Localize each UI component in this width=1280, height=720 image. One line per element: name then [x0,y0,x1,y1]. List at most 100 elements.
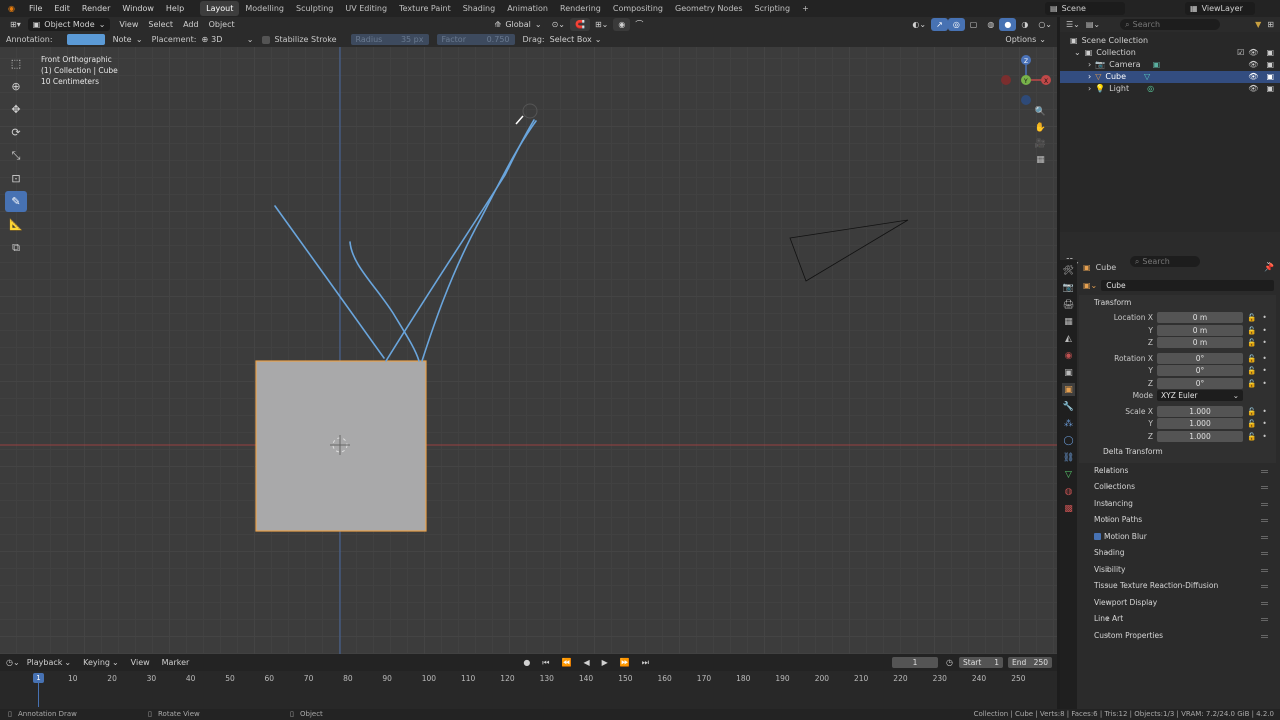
menu-render[interactable]: Render [76,0,116,17]
drag-handle-icon[interactable] [1261,469,1268,473]
tab-modelling[interactable]: Modelling [239,1,290,16]
proportional-edit-icon[interactable]: ◉ [613,18,631,31]
panel-tissue[interactable]: Tissue Texture Reaction-Diffusion [1079,578,1276,595]
keyframe-dot-icon[interactable]: • [1262,313,1266,322]
eye-icon[interactable]: 👁 [1248,47,1258,59]
eye-icon[interactable]: 👁 [1248,83,1258,95]
xray-icon[interactable]: ▢ [965,18,983,31]
panel-relations[interactable]: Relations [1079,463,1276,480]
tab-sculpting[interactable]: Sculpting [290,1,339,16]
play-icon[interactable]: ▶ [597,656,613,669]
lock-icon[interactable]: 🔓 [1247,354,1256,363]
constraints-tab-icon[interactable]: ⛓ [1062,451,1075,464]
add-workspace-button[interactable]: + [796,1,815,16]
expand-icon[interactable]: › [1088,83,1091,95]
outliner-item-cube[interactable]: › ▽ Cube ▽ 👁 ▣ [1060,71,1280,83]
panel-custom-properties[interactable]: Custom Properties [1079,628,1276,645]
end-frame-field[interactable]: End 250 [1008,657,1052,668]
outliner-item-camera[interactable]: › 📷 Camera ▣ 👁 ▣ [1060,59,1280,71]
jump-end-icon[interactable]: ⏭ [637,656,654,669]
expand-icon[interactable]: › [1088,71,1091,83]
lock-icon[interactable]: 🔓 [1247,338,1256,347]
zoom-icon[interactable]: 🔍 [1034,105,1047,118]
menu-window[interactable]: Window [116,0,160,17]
drag-handle-icon[interactable] [1261,568,1268,572]
tab-scripting[interactable]: Scripting [749,1,797,16]
wireframe-shading-icon[interactable]: ◍ [982,18,999,31]
viewlayer-selector[interactable]: ▦ ViewLayer [1185,2,1255,15]
camera-render-icon[interactable]: ▣ [1266,83,1274,95]
drag-handle-icon[interactable] [1261,585,1268,588]
stabilize-checkbox[interactable] [262,35,271,44]
camera-render-icon[interactable]: ▣ [1266,71,1274,83]
visibility-icon[interactable]: ◐⌄ [907,18,931,31]
scale-x-field[interactable]: 1.000 [1157,405,1243,417]
object-tab-icon[interactable]: ▣ [1062,383,1075,396]
drag-handle-icon[interactable] [1261,519,1268,522]
menu-help[interactable]: Help [160,0,190,17]
menu-edit[interactable]: Edit [48,0,76,17]
eye-icon[interactable]: 👁 [1248,59,1258,71]
tab-compositing[interactable]: Compositing [607,1,669,16]
drag-handle-icon[interactable] [1261,502,1268,506]
new-collection-icon[interactable]: ⊞ [1267,20,1274,29]
prev-keyframe-icon[interactable]: ⏪ [557,656,577,669]
solid-shading-icon[interactable]: ● [999,18,1017,31]
drag-handle-icon[interactable] [1261,486,1268,489]
drag-handle-icon[interactable] [1261,552,1268,555]
material-tab-icon[interactable]: ◍ [1062,485,1075,498]
render-tab-icon[interactable]: 📷 [1062,281,1075,294]
keyframe-dot-icon[interactable]: • [1262,419,1266,428]
output-tab-icon[interactable]: 🖨 [1062,298,1075,311]
drag-selector[interactable]: Select Box ⌄ [545,33,607,46]
header-menu-view[interactable]: View [114,18,143,31]
menu-file[interactable]: File [23,0,48,17]
tab-animation[interactable]: Animation [501,1,554,16]
tab-texture-paint[interactable]: Texture Paint [393,1,457,16]
measure-tool-icon[interactable]: 📐 [5,214,27,235]
placement-selector[interactable]: ⊕3D Cursor⌄ [196,33,258,57]
display-mode-icon[interactable]: ▤⌄ [1086,20,1100,29]
start-frame-field[interactable]: Start 1 [959,657,1003,668]
menu-playback[interactable]: Playback ⌄ [22,656,76,669]
timeline-ruler[interactable]: 1 10 20 30 40 50 60 70 80 90 100 110 120 130 140 150 16… [0,671,1057,709]
note-layer-selector[interactable]: Note ⌄ [108,33,148,46]
menu-timeline-view[interactable]: View [126,656,155,669]
header-menu-object[interactable]: Object [204,18,240,31]
transform-panel-header[interactable]: Transform [1079,295,1276,312]
drag-handle-icon[interactable] [1261,634,1268,638]
annotation-color-swatch[interactable] [66,34,105,45]
rotation-x-field[interactable]: 0° [1157,352,1243,364]
tab-rendering[interactable]: Rendering [554,1,607,16]
checkbox-icon[interactable]: ☑ [1237,47,1244,59]
snap-target-icon[interactable]: ⊞⌄ [590,18,613,31]
scale-tool-icon[interactable]: ⤡ [5,145,27,166]
panel-viewport-display[interactable]: Viewport Display [1079,595,1276,612]
move-tool-icon[interactable]: ✥ [5,99,27,120]
header-menu-select[interactable]: Select [143,18,178,31]
editor-type-icon[interactable]: ⊞▾ [5,18,26,31]
outliner-scene-collection[interactable]: ▣ Scene Collection [1060,35,1280,47]
keyframe-dot-icon[interactable]: • [1262,407,1266,416]
rotation-z-field[interactable]: 0° [1157,377,1243,389]
mode-selector[interactable]: ▣ Object Mode ⌄ [27,18,111,31]
perspective-grid-icon[interactable]: ▦ [1034,153,1047,166]
collection-tab-icon[interactable]: ▣ [1062,366,1075,379]
tool-tab-icon[interactable]: 🛠 [1062,264,1075,277]
playhead[interactable]: 1 [33,673,44,683]
eye-icon[interactable]: 👁 [1248,71,1258,83]
menu-keying[interactable]: Keying ⌄ [78,656,124,669]
panel-motion-blur[interactable]: Motion Blur [1079,529,1276,546]
expand-icon[interactable]: › [1088,59,1091,71]
tab-layout[interactable]: Layout [200,1,240,16]
pan-hand-icon[interactable]: ✋ [1034,121,1047,134]
camera-view-icon[interactable]: 🎥 [1034,137,1047,150]
jump-start-icon[interactable]: ⏮ [537,656,554,669]
factor-field[interactable]: Factor 0.750 [436,34,515,45]
gizmo-toggle-icon[interactable]: ↗ [931,18,948,31]
lock-icon[interactable]: 🔓 [1247,313,1256,322]
next-keyframe-icon[interactable]: ⏩ [615,656,635,669]
modifier-tab-icon[interactable]: 🔧 [1062,400,1075,413]
lock-icon[interactable]: 🔓 [1247,407,1256,416]
panel-motion-paths[interactable]: Motion Paths [1079,512,1276,529]
